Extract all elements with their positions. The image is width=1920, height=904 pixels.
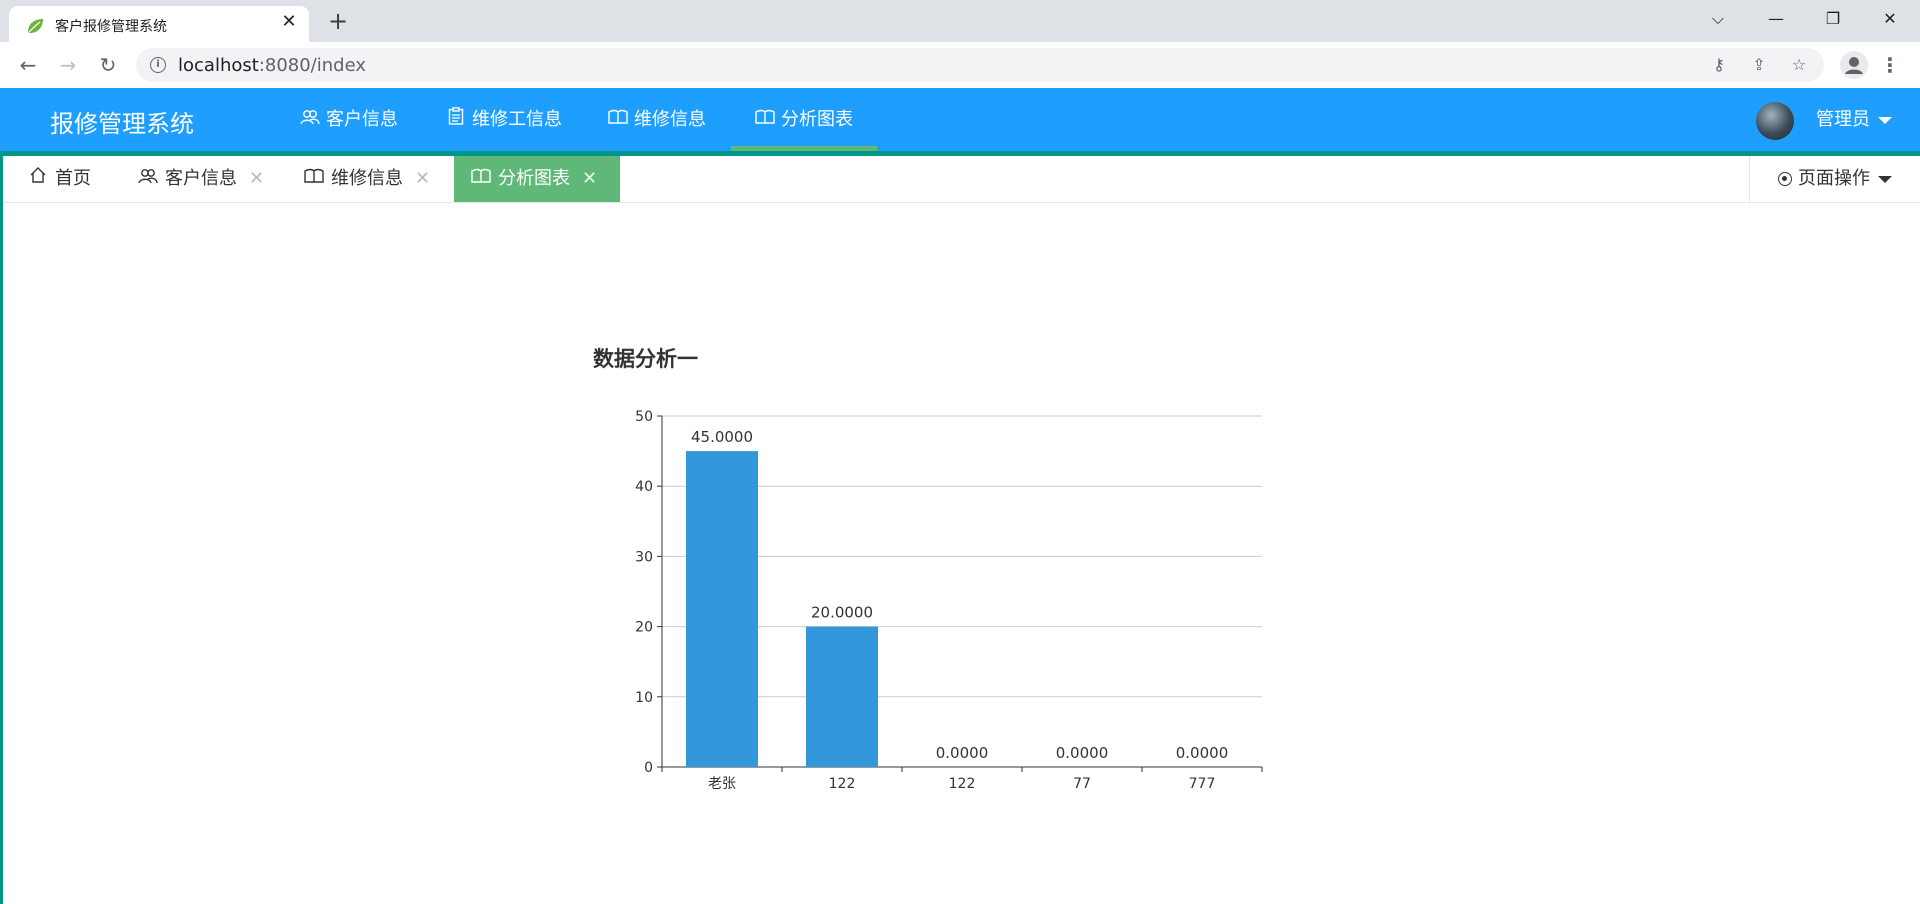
page-ops-label: 页面操作 <box>1798 168 1870 189</box>
close-tab-icon[interactable]: ✕ <box>249 156 264 202</box>
user-name: 管理员 <box>1816 109 1870 130</box>
caret-down-icon <box>1878 175 1892 183</box>
target-icon <box>1778 172 1792 186</box>
book-icon <box>470 156 492 202</box>
bar-value-label: 45.0000 <box>691 428 753 446</box>
key-icon[interactable]: ⚷ <box>1708 54 1730 76</box>
bar-value-label: 0.0000 <box>1176 744 1229 762</box>
bar-chart: 0 10 20 30 40 50 45.0000 老张 20.0000 122 0.0000 122 0… <box>635 409 1263 792</box>
x-tick-label: 777 <box>1189 776 1216 792</box>
tab-search-icon[interactable]: ⌵ <box>1700 6 1736 32</box>
tab-analysis-charts[interactable]: 分析图表 ✕ <box>454 156 620 202</box>
bar-value-label: 0.0000 <box>1056 744 1109 762</box>
x-tick-label: 122 <box>829 776 856 792</box>
nav-repair-info[interactable]: 维修信息 <box>608 88 706 151</box>
x-tick-label: 77 <box>1073 776 1091 792</box>
tab-repair-info[interactable]: 维修信息 ✕ <box>303 156 430 202</box>
bookmark-star-icon[interactable]: ☆ <box>1788 54 1810 76</box>
book-icon <box>608 88 628 151</box>
close-tab-icon[interactable]: ✕ <box>582 156 597 202</box>
browser-toolbar: ← → ↻ i localhost:8080/index ⚷ ⇪ ☆ ⋮ <box>0 42 1920 89</box>
nav-customer-info[interactable]: 客户信息 <box>300 88 398 151</box>
y-tick-label: 0 <box>644 760 653 776</box>
caret-down-icon <box>1878 116 1892 124</box>
users-icon <box>137 156 159 202</box>
restore-icon[interactable]: ❐ <box>1815 6 1851 32</box>
browser-menu-icon[interactable]: ⋮ <box>1880 51 1900 79</box>
bar-value-label: 20.0000 <box>811 604 873 622</box>
y-tick-label: 10 <box>635 690 653 706</box>
book-icon <box>303 156 325 202</box>
tab-label: 首页 <box>55 168 91 189</box>
reload-icon[interactable]: ↻ <box>94 51 122 79</box>
address-bar[interactable]: i localhost:8080/index ⚷ ⇪ ☆ <box>136 48 1824 82</box>
app-brand: 报修管理系统 <box>50 110 194 138</box>
book-icon <box>755 88 775 151</box>
y-tick-label: 30 <box>635 549 653 565</box>
nav-label: 维修工信息 <box>472 109 562 130</box>
close-tab-icon[interactable]: ✕ <box>279 12 299 32</box>
home-icon <box>27 156 49 202</box>
close-window-icon[interactable]: ✕ <box>1872 6 1908 32</box>
tab-home[interactable]: 首页 <box>27 156 91 202</box>
site-info-icon[interactable]: i <box>150 57 166 73</box>
nav-label: 维修信息 <box>634 109 706 130</box>
browser-tab[interactable]: 客户报修管理系统 ✕ <box>9 6 309 42</box>
tab-label: 客户信息 <box>165 168 237 189</box>
users-icon <box>300 88 320 151</box>
x-tick-label: 老张 <box>708 776 736 792</box>
close-tab-icon[interactable]: ✕ <box>415 156 430 202</box>
y-tick-label: 50 <box>635 409 653 425</box>
user-menu[interactable]: 管理员 <box>1816 88 1892 151</box>
url-text: localhost:8080/index <box>178 55 366 76</box>
profile-icon[interactable] <box>1840 51 1868 79</box>
page-operations-dropdown[interactable]: 页面操作 <box>1749 156 1920 202</box>
minimize-icon[interactable]: — <box>1758 6 1794 32</box>
nav-analysis-charts[interactable]: 分析图表 <box>731 88 877 151</box>
share-icon[interactable]: ⇪ <box>1748 54 1770 76</box>
browser-tab-title: 客户报修管理系统 <box>55 19 167 35</box>
x-tick-label: 122 <box>949 776 976 792</box>
y-tick-label: 40 <box>635 479 653 495</box>
tab-customer-info[interactable]: 客户信息 ✕ <box>137 156 264 202</box>
chart-title: 数据分析一 <box>593 347 698 371</box>
nav-label: 客户信息 <box>326 109 398 130</box>
browser-tabstrip: 客户报修管理系统 ✕ + ⌵ — ❐ ✕ <box>0 0 1920 42</box>
avatar[interactable] <box>1756 102 1794 140</box>
spring-leaf-icon <box>28 19 43 33</box>
bar <box>806 626 878 767</box>
nav-repairman-info[interactable]: 维修工信息 <box>446 88 562 151</box>
page-tabs: 首页 客户信息 ✕ 维修信息 ✕ 分析图表 ✕ 页面操作 <box>3 156 1920 203</box>
bar-value-label: 0.0000 <box>936 744 989 762</box>
clipboard-icon <box>446 88 466 151</box>
tab-label: 分析图表 <box>498 168 570 189</box>
app-header: 报修管理系统 客户信息 维修工信息 维修信息 分析图表 管理员 <box>0 88 1920 151</box>
bar <box>686 451 758 767</box>
new-tab-icon[interactable]: + <box>326 9 350 33</box>
back-icon[interactable]: ← <box>14 51 42 79</box>
forward-icon[interactable]: → <box>54 51 82 79</box>
nav-label: 分析图表 <box>781 109 853 130</box>
y-tick-label: 20 <box>635 620 653 636</box>
left-accent-line <box>0 151 3 904</box>
tab-label: 维修信息 <box>331 168 403 189</box>
